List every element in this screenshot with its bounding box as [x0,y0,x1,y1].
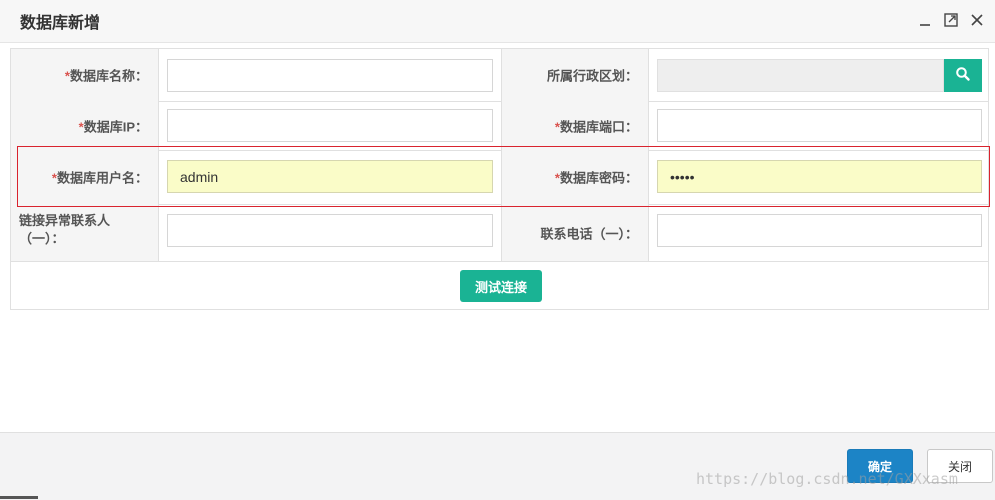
db-port-cell [648,101,988,150]
db-ip-cell [158,101,501,150]
db-username-cell [158,150,501,204]
db-ip-label: *数据库IP： [11,101,158,150]
region-cell [648,49,988,101]
form-row: 链接异常联系人 （一）： 联系电话（一）： [11,204,988,262]
form-row: *数据库IP： *数据库端口： [11,101,988,151]
dialog-header: 数据库新增 [0,0,995,43]
minimize-icon[interactable] [917,12,933,28]
database-form: *数据库名称： 所属行政区划： *数据库IP： *数据库端口： *数据库用户名：… [10,48,989,310]
contact-label-line2: （一）： [19,231,65,246]
test-connection-button[interactable]: 测试连接 [460,270,542,302]
region-input[interactable] [657,59,944,92]
contact-label-line1: 链接异常联系人 [19,213,111,228]
contact-input[interactable] [167,214,493,247]
db-name-label: *数据库名称： [11,49,158,101]
db-name-cell [158,49,501,101]
db-password-input[interactable] [657,160,982,193]
dialog-title: 数据库新增 [20,15,101,32]
phone-label: 联系电话（一）： [501,204,648,261]
dialog-footer: 确定 关闭 [0,432,995,500]
phone-input[interactable] [657,214,982,247]
db-password-label: *数据库密码： [501,150,648,204]
search-icon [955,67,971,85]
contact-cell [158,204,501,261]
region-label: 所属行政区划： [501,49,648,101]
db-username-input[interactable] [167,160,493,193]
db-port-label: *数据库端口： [501,101,648,150]
maximize-icon[interactable] [943,12,959,28]
db-port-input[interactable] [657,109,982,142]
form-row: *数据库名称： 所属行政区划： [11,49,988,102]
close-icon[interactable] [969,12,985,28]
db-username-label: *数据库用户名： [11,150,158,204]
contact-label: 链接异常联系人 （一）： [11,204,158,261]
form-row: *数据库用户名： *数据库密码： [11,150,988,205]
phone-cell [648,204,988,261]
db-ip-input[interactable] [167,109,493,142]
watermark: https://blog.csdn.net/GXXxasm [696,470,958,488]
db-name-input[interactable] [167,59,493,92]
db-password-cell [648,150,988,204]
region-search-button[interactable] [944,59,982,92]
